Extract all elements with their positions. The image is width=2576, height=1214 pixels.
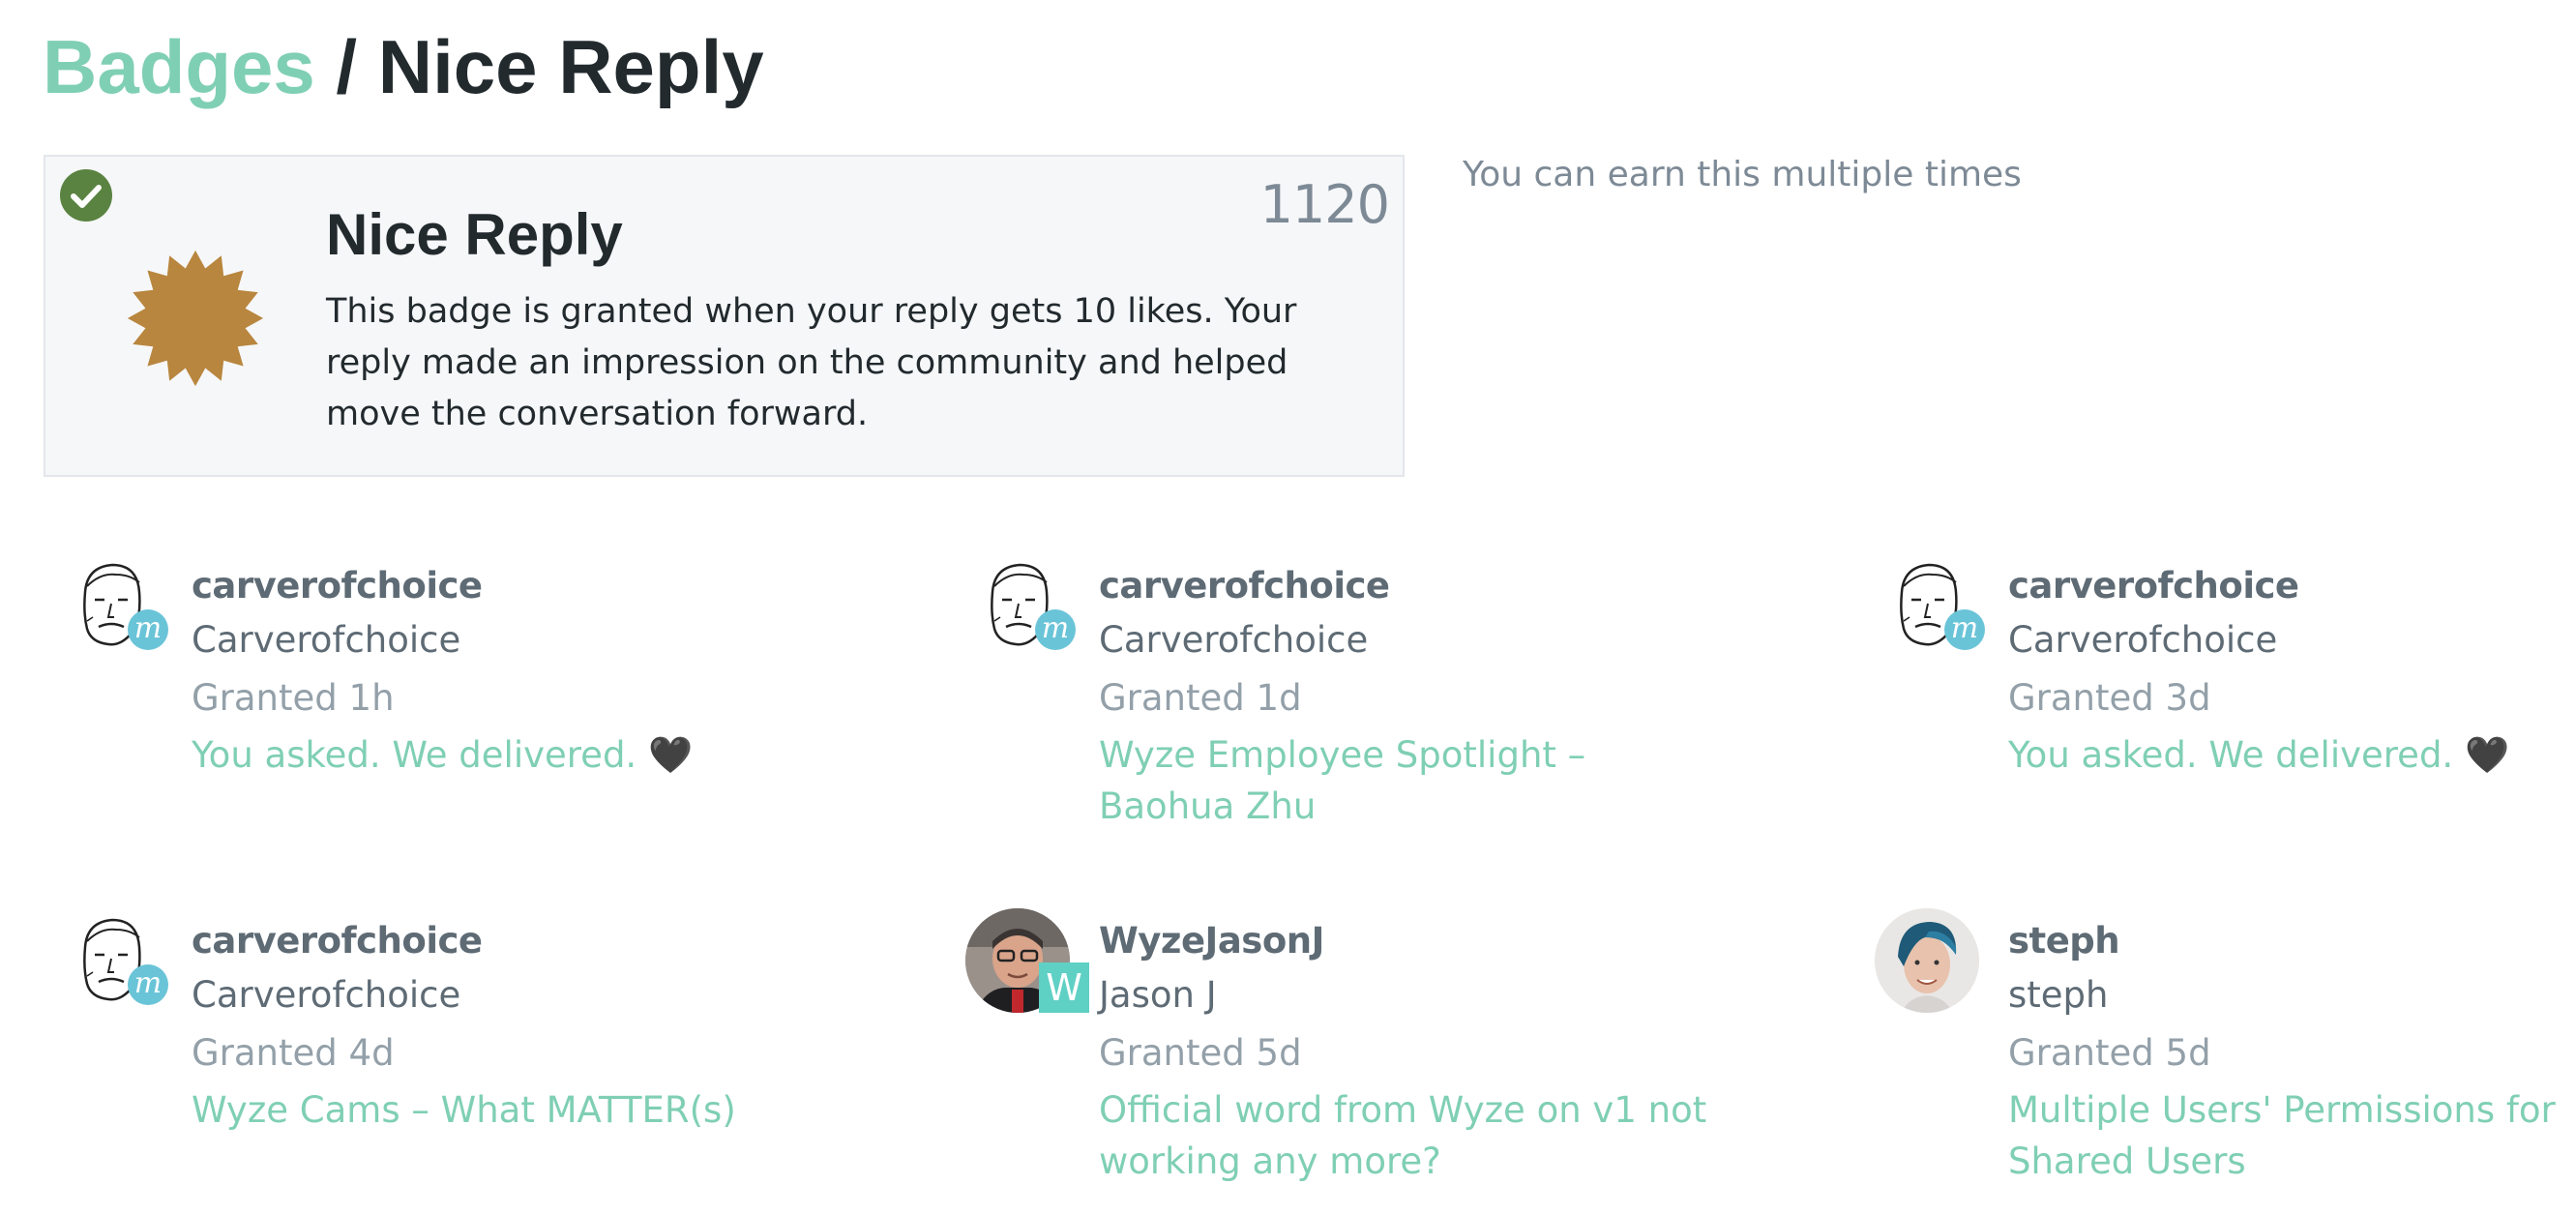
check-circle-icon [60, 169, 112, 222]
breadcrumb-badges-link[interactable]: Badges [43, 24, 315, 109]
avatar-flair-badge: m [1944, 609, 1985, 650]
avatar-container: m [50, 904, 172, 1026]
bronze-badge-icon [127, 250, 264, 387]
topic-link[interactable]: Official word from Wyze on v1 not workin… [1099, 1084, 1718, 1187]
badge-page: Badges / Nice Reply Nice Reply 1120 This… [0, 0, 2576, 1184]
avatar-flair-badge: m [128, 964, 168, 1005]
badge-description: This badge is granted when your reply ge… [326, 292, 1297, 433]
topic-link[interactable]: Multiple Users' Permissions for Shared U… [2008, 1084, 2576, 1187]
username-link[interactable]: WyzeJasonJ [1099, 920, 1324, 962]
avatar-flair-badge: W [1039, 962, 1089, 1013]
breadcrumb-separator: / [314, 24, 378, 109]
avatar-flair-badge: m [1035, 609, 1076, 650]
topic-link[interactable]: Wyze Cams – What MATTER(s) [192, 1084, 811, 1136]
badge-name: Nice Reply [326, 202, 623, 267]
username-link[interactable]: carverofchoice [192, 920, 483, 962]
user-full-name: Jason J [1099, 974, 1217, 1016]
grant-item: m carverofchoice Carverofchoice Granted … [1867, 549, 2576, 859]
grant-item: m carverofchoice Carverofchoice Granted … [50, 549, 921, 859]
username-link[interactable]: carverofchoice [2008, 565, 2299, 607]
topic-link[interactable]: You asked. We delivered. 🖤 [192, 729, 811, 781]
page-title: Badges / Nice Reply [43, 19, 764, 114]
user-full-name: steph [2008, 974, 2109, 1016]
grant-item: steph steph Granted 5d Multiple Users' P… [1867, 904, 2576, 1214]
granted-time: Granted 1h [192, 677, 395, 719]
topic-link[interactable]: Wyze Employee Spotlight – Baohua Zhu [1099, 729, 1718, 832]
granted-time: Granted 3d [2008, 677, 2211, 719]
user-full-name: Carverofchoice [192, 974, 461, 1016]
badge-card: Nice Reply 1120 This badge is granted wh… [44, 155, 1405, 477]
username-link[interactable]: carverofchoice [192, 565, 483, 607]
avatar-container: m [1867, 549, 1989, 671]
earn-multiple-note: You can earn this multiple times [1463, 155, 2022, 194]
grant-item: m carverofchoice Carverofchoice Granted … [50, 904, 921, 1214]
granted-time: Granted 4d [192, 1032, 395, 1074]
avatar-container [1867, 904, 1989, 1026]
breadcrumb-current: Nice Reply [377, 24, 764, 109]
badge-grant-count: 1120 [1259, 174, 1390, 235]
granted-time: Granted 5d [1099, 1032, 1302, 1074]
avatar-flair-badge: m [128, 609, 168, 650]
topic-link[interactable]: You asked. We delivered. 🖤 [2008, 729, 2576, 781]
avatar-container: W [958, 904, 1089, 1026]
granted-time: Granted 5d [2008, 1032, 2211, 1074]
avatar[interactable] [1875, 908, 1979, 1013]
user-full-name: Carverofchoice [2008, 619, 2278, 661]
avatar-container: m [50, 549, 172, 671]
user-full-name: Carverofchoice [1099, 619, 1369, 661]
avatar-container: m [958, 549, 1080, 671]
user-full-name: Carverofchoice [192, 619, 461, 661]
grant-item: m carverofchoice Carverofchoice Granted … [958, 549, 1828, 859]
username-link[interactable]: carverofchoice [1099, 565, 1390, 607]
grant-item: W WyzeJasonJ Jason J Granted 5d Official… [958, 904, 1828, 1214]
username-link[interactable]: steph [2008, 920, 2120, 962]
granted-time: Granted 1d [1099, 677, 1302, 719]
